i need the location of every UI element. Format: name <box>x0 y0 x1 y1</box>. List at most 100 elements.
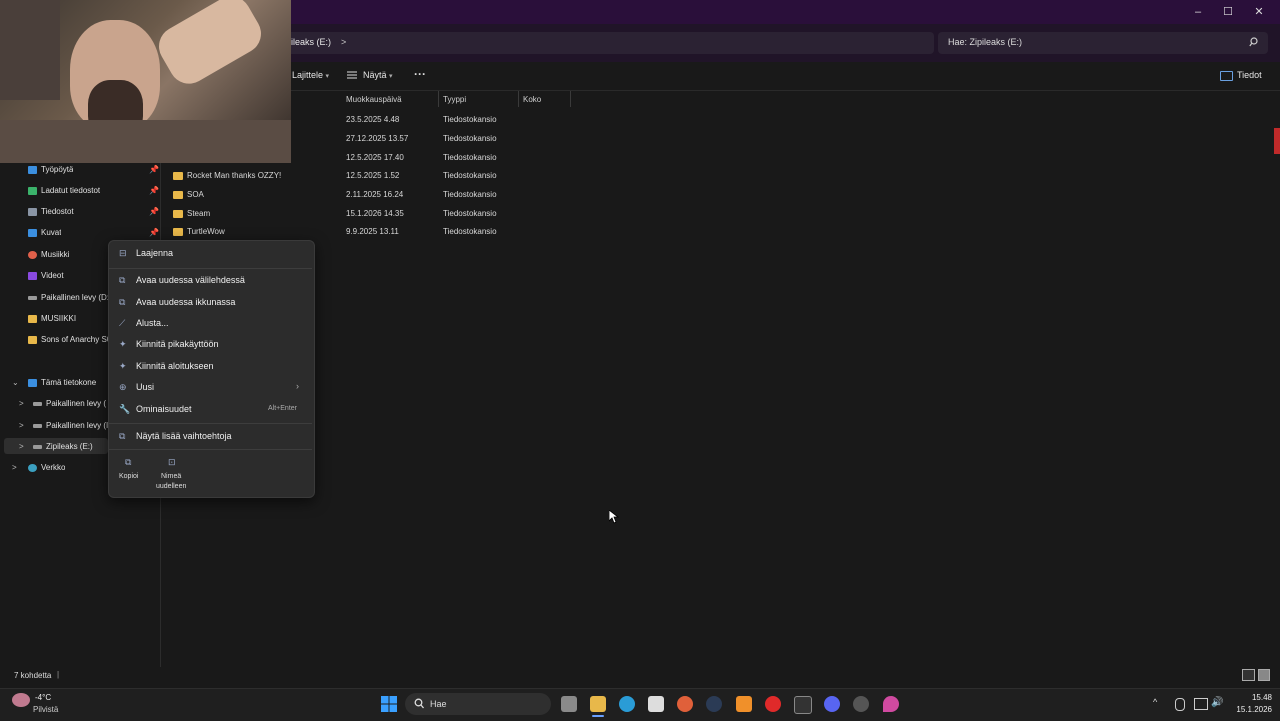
details-button[interactable]: Tiedot <box>1237 70 1262 80</box>
expand-chevron-icon[interactable]: ⌄ <box>12 378 19 387</box>
breadcrumb-chevron-icon[interactable]: > <box>341 37 346 47</box>
row-type[interactable]: Tiedostokansio <box>443 134 497 143</box>
discord-icon[interactable] <box>824 696 840 712</box>
row-modified[interactable]: 15.1.2026 14.35 <box>346 209 404 218</box>
column-type[interactable]: Tyyppi <box>443 95 466 104</box>
firefox-icon[interactable] <box>677 696 693 712</box>
table-row[interactable]: Rocket Man thanks OZZY! <box>173 171 281 180</box>
maximize-button[interactable]: ☐ <box>1218 4 1238 20</box>
column-divider[interactable] <box>518 91 519 107</box>
rename-icon[interactable]: ⊡ <box>168 457 176 468</box>
weather-condition[interactable]: Pilvistä <box>33 705 58 714</box>
nav-item-pictures[interactable]: Kuvat <box>28 228 61 237</box>
app-icon[interactable] <box>883 696 899 712</box>
column-modified[interactable]: Muokkauspäivä <box>346 95 402 104</box>
row-modified[interactable]: 12.5.2025 1.52 <box>346 171 399 180</box>
tree-item-drive-d[interactable]: Paikallinen levy (I <box>33 421 108 430</box>
table-row[interactable]: Steam <box>173 209 210 218</box>
menu-item-show-more[interactable]: Näytä lisää vaihtoehtoja <box>136 431 232 441</box>
webcam-arm <box>151 0 269 91</box>
tree-item-this-pc[interactable]: Tämä tietokone <box>28 378 96 387</box>
row-modified[interactable]: 2.11.2025 16.24 <box>346 190 403 199</box>
taskbar-search[interactable] <box>405 693 551 715</box>
drive-icon <box>33 444 42 449</box>
tree-item-drive-c[interactable]: Paikallinen levy ( <box>33 399 108 408</box>
details-view-icon[interactable] <box>1242 669 1255 681</box>
edge-icon[interactable] <box>619 696 635 712</box>
task-view-icon[interactable] <box>561 696 577 712</box>
menu-item-pin-start[interactable]: Kiinnitä aloitukseen <box>136 361 214 371</box>
nav-item-soa[interactable]: Sons of Anarchy S0 <box>28 335 108 344</box>
tree-item-zipileaks[interactable]: Zipileaks (E:) <box>33 442 93 451</box>
settings-gear-icon[interactable] <box>853 696 869 712</box>
nav-item-videos[interactable]: Videot <box>28 271 64 280</box>
row-name: Rocket Man thanks OZZY! <box>187 171 282 180</box>
file-explorer-icon[interactable] <box>590 696 606 712</box>
microphone-icon[interactable] <box>1175 698 1185 711</box>
minimize-button[interactable]: – <box>1188 4 1208 20</box>
row-type[interactable]: Tiedostokansio <box>443 153 497 162</box>
menu-item-pin-quick-access[interactable]: Kiinnitä pikakäyttöön <box>136 339 219 349</box>
pin-icon: 📌 <box>149 207 159 216</box>
view-icon[interactable] <box>347 71 357 79</box>
nav-item-downloads[interactable]: Ladatut tiedostot <box>28 186 100 195</box>
details-pane-icon[interactable] <box>1220 71 1233 81</box>
expand-chevron-icon[interactable]: > <box>12 463 17 472</box>
search-icon[interactable] <box>1249 37 1258 47</box>
rename-label-2[interactable]: uudelleen <box>156 483 186 490</box>
row-modified[interactable]: 9.9.2025 13.11 <box>346 227 399 236</box>
breadcrumb-label[interactable]: ileaks (E:) <box>291 37 331 47</box>
row-type[interactable]: Tiedostokansio <box>443 209 497 218</box>
menu-item-properties[interactable]: Ominaisuudet <box>136 404 192 414</box>
weather-icon[interactable] <box>12 693 30 707</box>
nav-item-desktop[interactable]: Työpöytä <box>28 165 73 174</box>
row-type[interactable]: Tiedostokansio <box>443 227 497 236</box>
store-icon[interactable] <box>648 696 664 712</box>
table-row[interactable]: TurtleWow <box>173 227 225 236</box>
vlc-icon[interactable] <box>736 696 752 712</box>
tray-chevron-icon[interactable]: ^ <box>1153 697 1157 707</box>
row-modified[interactable]: 12.5.2025 17.40 <box>346 153 404 162</box>
tree-item-network[interactable]: Verkko <box>28 463 65 472</box>
clock-date[interactable]: 15.1.2026 <box>1224 705 1272 714</box>
tiles-view-icon[interactable] <box>1258 669 1270 681</box>
column-divider[interactable] <box>438 91 439 107</box>
rename-label-1[interactable]: Nimeä <box>161 473 181 480</box>
menu-item-open-new-window[interactable]: Avaa uudessa ikkunassa <box>136 297 235 307</box>
weather-temp[interactable]: -4°C <box>35 693 51 702</box>
windows-start-icon[interactable] <box>381 696 397 712</box>
row-type[interactable]: Tiedostokansio <box>443 190 497 199</box>
network-icon[interactable] <box>1194 698 1208 710</box>
search-placeholder[interactable]: Hae: Zipileaks (E:) <box>948 37 1022 47</box>
steam-icon[interactable] <box>706 696 722 712</box>
clock-time[interactable]: 15.48 <box>1236 693 1272 702</box>
row-type[interactable]: Tiedostokansio <box>443 115 497 124</box>
row-modified[interactable]: 23.5.2025 4.48 <box>346 115 399 124</box>
table-row[interactable]: SOA <box>173 190 204 199</box>
column-divider[interactable] <box>570 91 571 107</box>
nav-item-drive-d[interactable]: Paikallinen levy (D: <box>28 293 108 302</box>
expand-chevron-icon[interactable]: > <box>19 399 24 408</box>
menu-item-expand[interactable]: Laajenna <box>136 248 173 258</box>
copy-label[interactable]: Kopioi <box>119 473 138 480</box>
nav-item-musiikki[interactable]: MUSIIKKI <box>28 314 76 323</box>
expand-chevron-icon[interactable]: > <box>19 442 24 451</box>
volume-icon[interactable]: 🔊 <box>1211 697 1223 708</box>
nav-item-music[interactable]: Musiikki <box>28 250 69 259</box>
opera-icon[interactable] <box>765 696 781 712</box>
view-button[interactable]: Näytä ▾ <box>363 70 393 80</box>
row-type[interactable]: Tiedostokansio <box>443 171 497 180</box>
row-modified[interactable]: 27.12.2025 13.57 <box>346 134 408 143</box>
nav-item-documents[interactable]: Tiedostot <box>28 207 74 216</box>
expand-chevron-icon[interactable]: > <box>19 421 24 430</box>
menu-item-new[interactable]: Uusi <box>136 382 154 392</box>
sort-button[interactable]: Lajittele ▾ <box>292 70 329 80</box>
terminal-icon[interactable] <box>794 696 812 714</box>
menu-item-format[interactable]: Alusta... <box>136 318 169 328</box>
breadcrumb[interactable] <box>284 32 934 54</box>
column-size[interactable]: Koko <box>523 95 541 104</box>
close-button[interactable]: ✕ <box>1249 4 1269 20</box>
menu-item-open-new-tab[interactable]: Avaa uudessa välilehdessä <box>136 275 245 285</box>
copy-icon[interactable]: ⧉ <box>125 457 131 468</box>
more-options-button[interactable]: ··· <box>414 67 426 81</box>
